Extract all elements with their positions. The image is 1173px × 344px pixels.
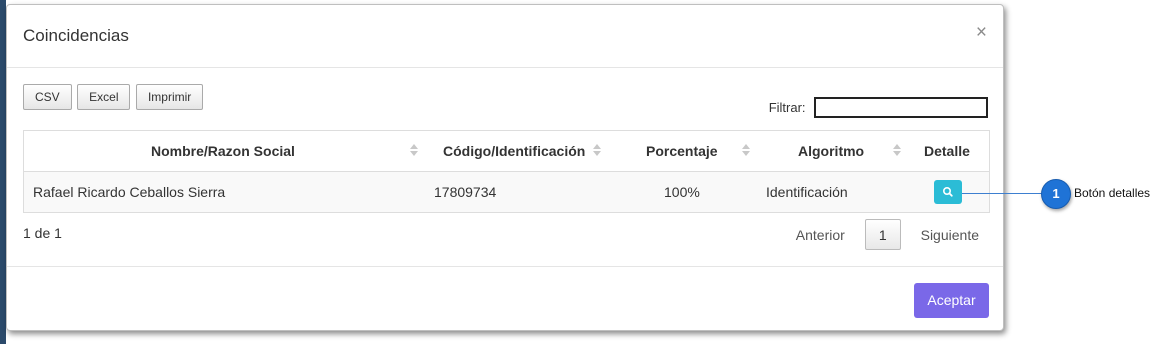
export-toolbar: CSV Excel Imprimir — [23, 84, 204, 110]
page-1-button[interactable]: 1 — [864, 219, 901, 250]
accept-button[interactable]: Aceptar — [914, 283, 989, 318]
table-header: Nombre/Razon Social Código/Identificació… — [24, 131, 989, 172]
header-algoritmo[interactable]: Algoritmo — [798, 131, 864, 171]
header-detalle: Detalle — [924, 143, 970, 159]
detail-button[interactable] — [934, 180, 962, 204]
print-button[interactable]: Imprimir — [135, 84, 204, 110]
search-icon — [943, 187, 953, 197]
callout-label: Botón detalles — [1074, 186, 1151, 200]
cell-nombre: Rafael Ricardo Ceballos Sierra — [33, 184, 226, 200]
filter-label: Filtrar: — [768, 100, 806, 115]
header-porcentaje[interactable]: Porcentaje — [646, 131, 718, 171]
filter-input[interactable] — [814, 97, 988, 118]
table-row: Rafael Ricardo Ceballos Sierra 17809734 … — [24, 172, 989, 212]
previous-page-button[interactable]: Anterior — [796, 227, 845, 243]
pagination: Anterior 1 Siguiente — [796, 219, 979, 250]
sort-icon[interactable] — [410, 144, 418, 158]
cell-codigo: 17809734 — [434, 184, 497, 200]
modal-footer: Aceptar — [7, 266, 1003, 330]
pagination-info: 1 de 1 — [23, 225, 62, 241]
results-table: Nombre/Razon Social Código/Identificació… — [23, 130, 990, 213]
coincidencias-modal: Coincidencias × CSV Excel Imprimir Filtr… — [6, 4, 1004, 331]
modal-header: Coincidencias × — [7, 5, 1003, 68]
callout-connector — [962, 193, 1044, 194]
excel-button[interactable]: Excel — [77, 84, 131, 110]
sort-icon[interactable] — [893, 144, 901, 158]
close-button[interactable]: × — [976, 23, 987, 42]
cell-porcentaje: 100% — [664, 184, 700, 200]
csv-button[interactable]: CSV — [23, 84, 72, 110]
cell-algoritmo: Identificación — [766, 184, 848, 200]
callout-badge: 1 — [1041, 179, 1071, 209]
sort-icon[interactable] — [742, 144, 750, 158]
modal-title: Coincidencias — [23, 26, 129, 45]
header-nombre[interactable]: Nombre/Razon Social — [151, 131, 295, 171]
header-codigo[interactable]: Código/Identificación — [443, 131, 585, 171]
sort-icon[interactable] — [593, 144, 601, 158]
filter-group: Filtrar: — [769, 97, 988, 118]
next-page-button[interactable]: Siguiente — [921, 227, 979, 243]
